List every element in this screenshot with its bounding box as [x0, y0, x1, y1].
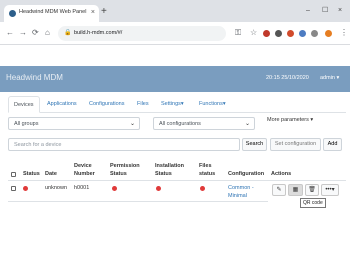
header-status: Status [23, 171, 40, 177]
tab-settings-label: Settings [161, 101, 181, 107]
more-parameters-label: More parameters [267, 117, 309, 123]
qr-code-icon: ▦ [292, 187, 299, 193]
delete-button[interactable]: 🗑 [305, 184, 319, 196]
tab-settings[interactable]: Settings▾ [156, 96, 189, 113]
tab-configurations[interactable]: Configurations [84, 96, 129, 113]
row-configuration-line1[interactable]: Common - [228, 185, 254, 192]
configuration-select-value: All configurations [159, 121, 201, 127]
url-field[interactable]: 🔒 build.h-mdm.com/#/ [58, 26, 226, 41]
app-brand: Headwind MDM [6, 73, 63, 82]
close-window-button[interactable]: × [338, 6, 342, 15]
header-permission-status-line2: Status [110, 171, 127, 177]
browser-window: Headwind MDM Web Panel × + – ☐ × ← → ⟳ ⌂… [0, 0, 350, 263]
group-select[interactable]: All groups ⌄ [8, 117, 140, 130]
nav-tabs: Devices Applications Configurations File… [8, 96, 346, 113]
row-divider [8, 201, 268, 202]
chevron-down-icon: ⌄ [244, 121, 250, 127]
reload-icon[interactable]: ⟳ [32, 28, 39, 38]
favicon-icon [9, 10, 16, 17]
tab-strip: Headwind MDM Web Panel × + – ☐ × [0, 0, 350, 22]
pencil-icon: ✎ [276, 187, 282, 193]
header-installation-status-line1: Installation [155, 163, 185, 169]
maximize-button[interactable]: ☐ [322, 6, 328, 15]
header-installation-status-line2: Status [155, 171, 172, 177]
tab-title: Headwind MDM Web Panel [19, 9, 87, 15]
row-configuration-line2[interactable]: Minimal [228, 193, 247, 200]
tab-functions-label: Functions [199, 101, 223, 107]
profile-avatar[interactable] [325, 30, 332, 37]
menu-icon[interactable]: ⋮ [340, 28, 348, 38]
edit-button[interactable]: ✎ [272, 184, 286, 196]
extension-icon[interactable] [299, 30, 306, 37]
header-device-number-line2: Number [74, 171, 95, 177]
tab-devices[interactable]: Devices [8, 96, 40, 113]
home-icon[interactable]: ⌂ [45, 28, 50, 38]
app-header: Headwind MDM 20:15 25/10/2020 admin ▾ [0, 66, 350, 92]
extension-icon[interactable] [287, 30, 294, 37]
group-select-value: All groups [14, 121, 39, 127]
header-actions: Actions [271, 171, 292, 177]
table-header-divider [8, 180, 346, 181]
more-actions-button[interactable]: •••▾ [321, 184, 339, 196]
minimize-button[interactable]: – [306, 6, 310, 15]
extension-icon[interactable] [263, 30, 270, 37]
header-files-status-line1: Files [199, 163, 212, 169]
back-icon[interactable]: ← [6, 28, 14, 38]
browser-tab[interactable]: Headwind MDM Web Panel × [4, 5, 99, 22]
files-status-indicator [200, 186, 205, 191]
header-configuration: Configuration [228, 171, 265, 177]
address-bar: ← → ⟳ ⌂ 🔒 build.h-mdm.com/#/ ⚿ ☆ ⋮ [0, 22, 350, 45]
datetime-display: 20:15 25/10/2020 [266, 75, 309, 81]
extension-icon[interactable] [311, 30, 318, 37]
extension-icon[interactable] [275, 30, 282, 37]
add-button[interactable]: Add [323, 138, 342, 151]
installation-status-indicator [156, 186, 161, 191]
chevron-down-icon: ⌄ [129, 121, 135, 127]
tab-close-icon[interactable]: × [91, 8, 95, 17]
star-icon[interactable]: ☆ [250, 28, 257, 38]
select-all-checkbox[interactable] [11, 172, 16, 177]
url-text: build.h-mdm.com/#/ [74, 30, 123, 36]
configuration-select[interactable]: All configurations ⌄ [153, 117, 255, 130]
row-device-number[interactable]: h0001 [74, 185, 89, 192]
search-placeholder: Search for a device [14, 142, 62, 148]
qr-code-tooltip: QR code [300, 198, 326, 208]
key-icon[interactable]: ⚿ [235, 28, 241, 38]
header-permission-status-line1: Permission [110, 163, 140, 169]
user-menu[interactable]: admin ▾ [320, 75, 339, 81]
device-status-indicator [23, 186, 28, 191]
more-icon: •••▾ [325, 187, 335, 193]
tab-functions[interactable]: Functions▾ [194, 96, 231, 113]
row-date: unknown [45, 185, 68, 191]
permission-status-indicator [112, 186, 117, 191]
tab-applications[interactable]: Applications [42, 96, 82, 113]
tab-files[interactable]: Files [132, 96, 154, 113]
search-input[interactable]: Search for a device [8, 138, 240, 151]
header-files-status-line2: status [199, 171, 216, 177]
new-tab-button[interactable]: + [101, 6, 107, 18]
set-configuration-button[interactable]: Set configuration [270, 138, 321, 151]
user-name: admin [320, 75, 335, 81]
lock-icon: 🔒 [64, 30, 72, 36]
search-button[interactable]: Search [242, 138, 267, 151]
header-device-number-line1: Device [74, 163, 92, 169]
header-date: Date [45, 171, 57, 177]
more-parameters-toggle[interactable]: More parameters ▾ [267, 117, 313, 123]
row-checkbox[interactable] [11, 186, 16, 191]
qr-code-button[interactable]: ▦ [288, 184, 303, 196]
forward-icon[interactable]: → [19, 28, 27, 38]
trash-icon: 🗑 [308, 187, 316, 193]
